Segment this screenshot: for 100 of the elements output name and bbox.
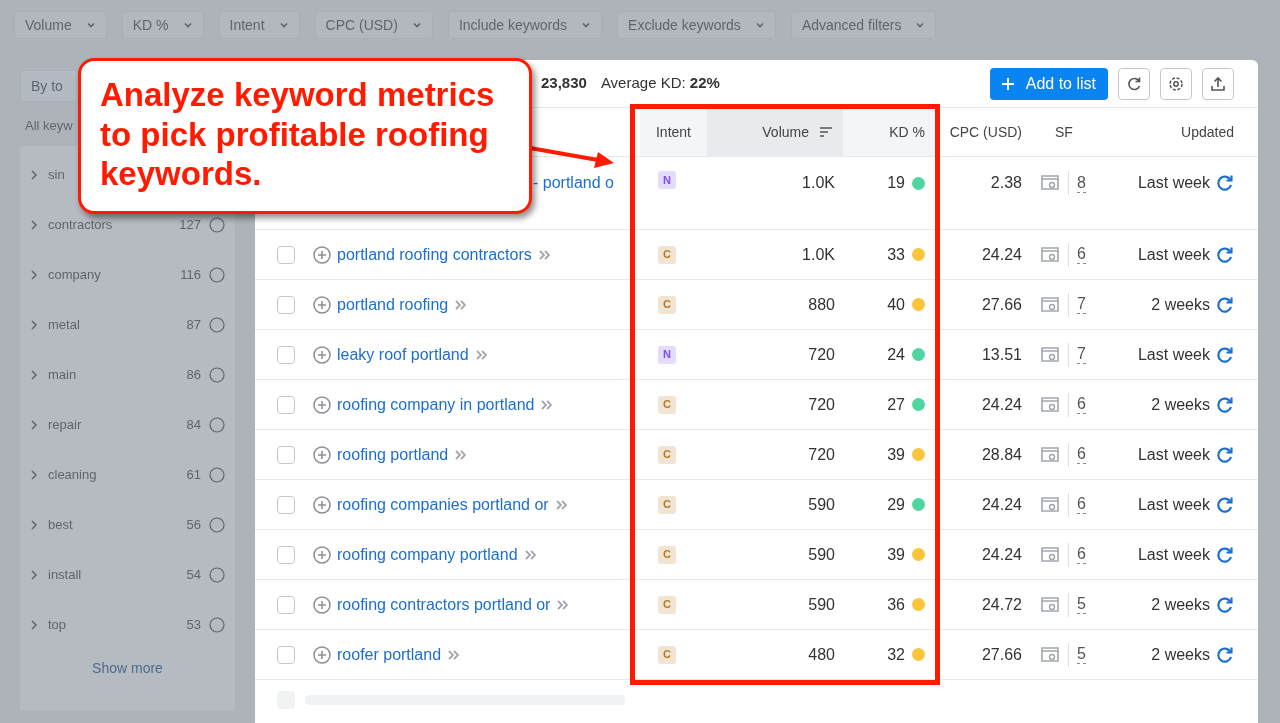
export-button[interactable] [1202,67,1234,100]
double-chevron-icon[interactable] [447,648,462,661]
row-checkbox[interactable] [277,295,295,314]
serp-icon[interactable] [1040,595,1060,614]
serp-icon[interactable] [1040,445,1060,464]
keyword-link[interactable]: roofing portland [337,442,449,467]
row-checkbox[interactable] [277,495,295,514]
refresh-icon[interactable] [1216,445,1234,464]
add-icon[interactable] [313,595,331,614]
row-checkbox[interactable] [277,645,295,664]
serp-feature-count[interactable]: 8 [1077,173,1086,193]
keyword-link[interactable]: portland roofing contractors [337,242,532,267]
group-name[interactable]: best [48,514,73,535]
refresh-icon[interactable] [1216,595,1234,614]
add-icon[interactable] [313,495,331,514]
refresh-icon[interactable] [1216,545,1234,564]
chevron-icon[interactable] [30,169,38,180]
add-icon[interactable] [313,645,331,664]
row-checkbox[interactable] [277,345,295,364]
group-name[interactable]: top [48,614,67,635]
refresh-button[interactable] [1118,67,1150,100]
column-header[interactable]: CPC (USD) [935,108,1030,156]
filter-dropdown[interactable]: Advanced filters [790,11,937,39]
chevron-icon[interactable] [30,319,38,330]
chevron-icon[interactable] [30,569,38,580]
group-toggle[interactable]: By to [20,70,76,102]
serp-feature-count[interactable]: 6 [1077,445,1086,464]
chevron-icon[interactable] [30,519,38,530]
filter-dropdown[interactable]: Intent [218,11,300,39]
double-chevron-icon[interactable] [537,248,552,261]
group-name[interactable]: install [48,564,82,585]
group-name[interactable]: sin [48,164,65,185]
refresh-icon[interactable] [1216,174,1234,192]
serp-feature-count[interactable]: 5 [1077,645,1086,664]
refresh-icon[interactable] [1216,395,1234,414]
serp-icon[interactable] [1040,495,1060,514]
serp-feature-count[interactable]: 5 [1077,595,1086,614]
serp-icon[interactable] [1040,295,1060,314]
add-icon[interactable] [313,545,331,564]
row-checkbox[interactable] [277,245,295,264]
keyword-link[interactable]: portland roofing [337,292,449,317]
row-checkbox[interactable] [277,395,295,414]
group-name[interactable]: metal [48,314,80,335]
serp-icon[interactable] [1040,645,1060,664]
add-icon[interactable] [313,345,331,364]
chevron-icon[interactable] [30,619,38,630]
group-name[interactable]: repair [48,414,82,435]
serp-icon[interactable] [1040,245,1060,264]
serp-icon[interactable] [1040,174,1060,192]
show-more-link[interactable]: Show more [92,657,163,679]
group-name[interactable]: contractors [48,214,113,235]
filter-dropdown[interactable]: CPC (USD) [314,11,433,39]
keyword-link[interactable]: roofing company in portland [337,392,535,417]
refresh-icon[interactable] [1216,645,1234,664]
column-header[interactable]: Updated [1100,108,1258,156]
double-chevron-icon[interactable] [540,398,555,411]
group-name[interactable]: company [48,264,101,285]
double-chevron-icon[interactable] [523,548,538,561]
serp-feature-count[interactable]: 6 [1077,395,1086,414]
column-header[interactable]: KD % [843,108,935,156]
serp-icon[interactable] [1040,545,1060,564]
chevron-icon[interactable] [30,269,38,280]
double-chevron-icon[interactable] [454,448,469,461]
group-name[interactable]: main [48,364,77,385]
add-to-list-button[interactable]: Add to list [989,67,1108,100]
keyword-link[interactable]: roofing contractors portland or [337,592,551,617]
serp-icon[interactable] [1040,395,1060,414]
row-checkbox[interactable] [277,545,295,564]
serp-feature-count[interactable]: 7 [1077,295,1086,314]
filter-dropdown[interactable]: Exclude keywords [617,11,776,39]
filter-dropdown[interactable]: Volume [14,11,107,39]
serp-feature-count[interactable]: 7 [1077,345,1086,364]
double-chevron-icon[interactable] [556,598,571,611]
column-header[interactable]: Intent [640,108,707,156]
chevron-icon[interactable] [30,419,38,430]
refresh-icon[interactable] [1216,245,1234,264]
serp-feature-count[interactable]: 6 [1077,245,1086,264]
keyword-link[interactable]: roofing company portland [337,542,518,567]
keyword-link[interactable]: leaky roof portland [337,342,469,367]
row-checkbox[interactable] [277,445,295,464]
chevron-icon[interactable] [30,369,38,380]
chevron-icon[interactable] [30,469,38,480]
group-name[interactable]: cleaning [48,464,97,485]
add-icon[interactable] [313,245,331,264]
row-checkbox[interactable] [277,595,295,614]
settings-button[interactable] [1160,67,1192,100]
column-header[interactable]: SF [1030,108,1100,156]
add-icon[interactable] [313,295,331,314]
serp-feature-count[interactable]: 6 [1077,495,1086,514]
filter-dropdown[interactable]: KD % [121,11,204,39]
chevron-icon[interactable] [30,219,38,230]
serp-icon[interactable] [1040,345,1060,364]
filter-dropdown[interactable]: Include keywords [447,11,603,39]
double-chevron-icon[interactable] [474,348,489,361]
refresh-icon[interactable] [1216,295,1234,314]
double-chevron-icon[interactable] [454,298,469,311]
refresh-icon[interactable] [1216,345,1234,364]
add-icon[interactable] [313,395,331,414]
refresh-icon[interactable] [1216,495,1234,514]
keyword-link[interactable]: roofer portland [337,642,442,667]
